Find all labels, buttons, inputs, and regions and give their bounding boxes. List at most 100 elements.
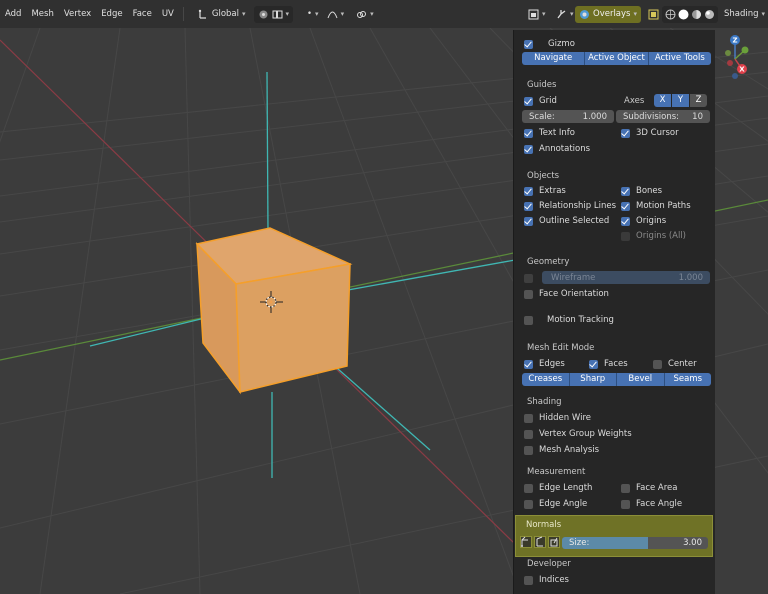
extras-row[interactable]: Extras: [524, 184, 566, 198]
objects-section-title: Objects: [527, 171, 560, 181]
motion-paths-row[interactable]: Motion Paths: [621, 199, 691, 213]
motion-tracking-row[interactable]: Motion Tracking: [524, 313, 614, 327]
origins-all-checkbox[interactable]: [621, 231, 630, 241]
overlays-dropdown[interactable]: Overlays ▾: [575, 5, 641, 23]
grid-scale-field[interactable]: Scale: 1.000: [522, 110, 614, 123]
edges-row[interactable]: Edges: [524, 357, 565, 371]
relationship-lines-checkbox[interactable]: [524, 201, 533, 211]
extras-checkbox[interactable]: [524, 186, 533, 196]
axis-x-toggle[interactable]: X: [654, 94, 671, 107]
active-tools-button[interactable]: Active Tools: [648, 52, 711, 65]
relationship-lines-row[interactable]: Relationship Lines: [524, 199, 616, 213]
rendered-shading-icon[interactable]: [704, 9, 715, 20]
menu-edge[interactable]: Edge: [96, 0, 127, 28]
motion-paths-checkbox[interactable]: [621, 201, 630, 211]
3d-cursor-checkbox[interactable]: [621, 128, 630, 138]
text-info-checkbox[interactable]: [524, 128, 533, 138]
link-icon: [357, 10, 367, 18]
outline-selected-checkbox[interactable]: [524, 216, 533, 226]
face-angle-checkbox[interactable]: [621, 499, 630, 509]
pivot-icon: [259, 10, 268, 18]
edge-angle-row[interactable]: Edge Angle: [524, 497, 587, 511]
menu-face[interactable]: Face: [128, 0, 157, 28]
edges-checkbox[interactable]: [524, 359, 533, 369]
indices-checkbox[interactable]: [524, 575, 533, 585]
menu-add[interactable]: Add: [0, 0, 26, 28]
navigation-gizmo[interactable]: Z X: [718, 32, 766, 82]
bones-row[interactable]: Bones: [621, 184, 662, 198]
wireframe-slider[interactable]: Wireframe 1.000: [542, 271, 710, 284]
shading-modes[interactable]: [662, 5, 718, 23]
outline-selected-row[interactable]: Outline Selected: [524, 214, 609, 228]
face-orientation-row[interactable]: Face Orientation: [524, 287, 609, 301]
center-checkbox[interactable]: [653, 359, 662, 369]
mesh-analysis-checkbox[interactable]: [524, 445, 533, 455]
edge-length-row[interactable]: Edge Length: [524, 481, 592, 495]
face-orientation-checkbox[interactable]: [524, 289, 533, 299]
hidden-wire-checkbox[interactable]: [524, 413, 533, 423]
proportional-edit-dropdown[interactable]: • ▾: [303, 6, 323, 23]
creases-button[interactable]: Creases: [522, 373, 570, 386]
xray-toggle[interactable]: [644, 6, 663, 23]
faces-label: Faces: [604, 359, 628, 369]
axis-y-toggle[interactable]: Y: [672, 94, 689, 107]
indices-row[interactable]: Indices: [524, 573, 569, 587]
shading-dropdown[interactable]: Shading ▾: [720, 6, 768, 23]
annotations-row[interactable]: Annotations: [524, 142, 590, 156]
pivot-point-dropdown[interactable]: ▾: [253, 5, 294, 23]
gizmo-checkbox[interactable]: [524, 39, 533, 49]
transform-orientation-dropdown[interactable]: Global ▾: [194, 6, 250, 23]
face-angle-row[interactable]: Face Angle: [621, 497, 682, 511]
edge-angle-checkbox[interactable]: [524, 499, 533, 509]
grid-label: Grid: [539, 96, 557, 106]
edge-length-checkbox[interactable]: [524, 483, 533, 493]
faces-checkbox[interactable]: [589, 359, 598, 369]
outline-selected-label: Outline Selected: [539, 216, 610, 226]
axis-z-toggle[interactable]: Z: [690, 94, 707, 107]
falloff-dropdown[interactable]: ▾: [323, 6, 349, 23]
wireframe-shading-icon[interactable]: [665, 9, 676, 20]
split-normals-icon[interactable]: [534, 536, 546, 548]
view-object-types-dropdown[interactable]: ▾: [524, 6, 550, 23]
wireframe-row[interactable]: [524, 271, 533, 285]
grid-subdivisions-field[interactable]: Subdivisions: 10: [616, 110, 710, 123]
origins-checkbox[interactable]: [621, 216, 630, 226]
mesh-analysis-row[interactable]: Mesh Analysis: [524, 443, 599, 457]
vertex-group-weights-checkbox[interactable]: [524, 429, 533, 439]
normals-size-slider[interactable]: Size: 3.00: [562, 537, 708, 549]
grid-checkbox[interactable]: [524, 96, 533, 106]
wireframe-checkbox[interactable]: [524, 273, 533, 283]
geometry-section-title: Geometry: [527, 257, 570, 267]
seams-button[interactable]: Seams: [664, 373, 711, 386]
origins-row[interactable]: Origins: [621, 214, 666, 228]
bones-checkbox[interactable]: [621, 186, 630, 196]
gizmo-toggle[interactable]: ▾: [552, 6, 578, 23]
face-area-checkbox[interactable]: [621, 483, 630, 493]
vertex-group-weights-row[interactable]: Vertex Group Weights: [524, 427, 632, 441]
faces-row[interactable]: Faces: [589, 357, 628, 371]
3d-cursor-row[interactable]: 3D Cursor: [621, 126, 679, 140]
navigate-button[interactable]: Navigate: [522, 52, 586, 65]
vertex-normals-icon[interactable]: [520, 536, 532, 548]
text-info-row[interactable]: Text Info: [524, 126, 575, 140]
orientation-icon: [198, 9, 206, 19]
motion-tracking-checkbox[interactable]: [524, 315, 533, 325]
sharp-button[interactable]: Sharp: [569, 373, 617, 386]
solid-shading-icon[interactable]: [678, 9, 689, 20]
motion-paths-label: Motion Paths: [636, 201, 691, 211]
grid-row[interactable]: Grid: [524, 94, 557, 108]
origins-all-row[interactable]: Origins (All): [621, 229, 686, 243]
face-normals-icon[interactable]: [548, 536, 560, 548]
hidden-wire-row[interactable]: Hidden Wire: [524, 411, 591, 425]
bevel-button[interactable]: Bevel: [617, 373, 665, 386]
center-row[interactable]: Center: [653, 357, 697, 371]
active-object-button[interactable]: Active Object: [585, 52, 649, 65]
menu-vertex[interactable]: Vertex: [59, 0, 96, 28]
gizmo-toggle-row[interactable]: Gizmo: [524, 37, 575, 51]
face-area-row[interactable]: Face Area: [621, 481, 677, 495]
menu-mesh[interactable]: Mesh: [26, 0, 58, 28]
annotations-checkbox[interactable]: [524, 144, 533, 154]
snapping-dropdown[interactable]: ▾: [352, 6, 378, 23]
material-shading-icon[interactable]: [691, 9, 702, 20]
menu-uv[interactable]: UV: [157, 0, 179, 28]
